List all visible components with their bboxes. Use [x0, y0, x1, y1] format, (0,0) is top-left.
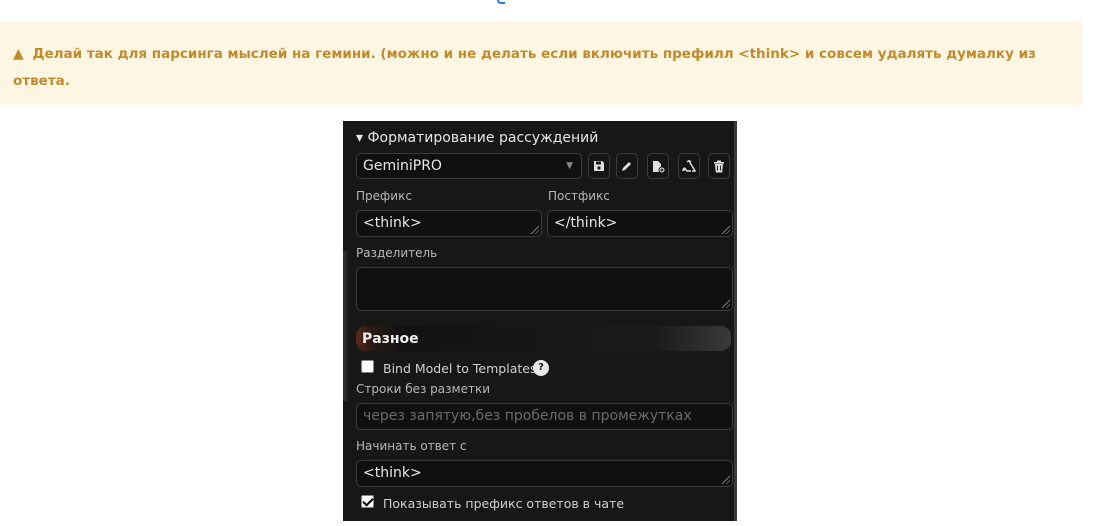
chevron-down-icon: ▼	[566, 161, 573, 171]
bind-model-label[interactable]: Bind Model to Templates	[383, 361, 536, 376]
link-fragment	[497, 0, 505, 4]
resize-grip-icon[interactable]	[529, 224, 539, 234]
restore-template-button[interactable]	[678, 153, 700, 179]
save-template-button[interactable]	[588, 153, 610, 179]
edit-template-button[interactable]	[616, 153, 638, 179]
delete-template-button[interactable]	[708, 153, 730, 179]
reasoning-template-select[interactable]: GeminiPRO ▼	[356, 153, 582, 179]
resize-grip-icon[interactable]	[720, 298, 730, 308]
new-file-icon	[652, 160, 665, 173]
prefix-value: <think>	[363, 215, 422, 231]
separator-label: Разделитель	[356, 246, 438, 260]
prefix-input[interactable]: <think>	[356, 210, 542, 237]
panel-edge-divider	[343, 251, 347, 401]
resize-grip-icon[interactable]	[720, 224, 730, 234]
start-reply-value: <think>	[363, 465, 422, 481]
prefix-label: Префикс	[356, 189, 412, 203]
stop-strings-input[interactable]: через запятую,без пробелов в промежутках	[356, 403, 733, 430]
stop-strings-label: Строки без разметки	[356, 382, 490, 396]
warning-banner: ▲ Делай так для парсинга мыслей на гемин…	[0, 21, 1082, 105]
start-reply-label: Начинать ответ с	[356, 439, 467, 453]
template-selected-value: GeminiPRO	[363, 158, 442, 174]
postfix-input[interactable]: </think>	[547, 210, 733, 237]
edit-icon	[622, 162, 631, 171]
show-prefix-label[interactable]: Показывать префикс ответов в чате	[383, 496, 624, 511]
stop-strings-placeholder: через запятую,без пробелов в промежутках	[363, 408, 692, 424]
show-prefix-checkbox[interactable]	[361, 495, 374, 508]
help-icon[interactable]: ?	[533, 360, 549, 376]
warning-triangle-icon: ▲	[13, 46, 24, 62]
bind-model-checkbox[interactable]	[361, 360, 374, 373]
trash-icon	[714, 160, 724, 172]
misc-section-header[interactable]: Разное	[356, 326, 731, 351]
postfix-label: Постфикс	[548, 189, 610, 203]
start-reply-input[interactable]: <think>	[356, 460, 733, 487]
new-template-button[interactable]	[647, 153, 669, 179]
recycle-icon	[682, 159, 696, 172]
postfix-value: </think>	[554, 215, 618, 231]
separator-input[interactable]	[356, 267, 733, 311]
save-icon	[594, 161, 604, 171]
warning-text: Делай так для парсинга мыслей на гемини.…	[13, 46, 1036, 89]
resize-grip-icon[interactable]	[720, 474, 730, 484]
settings-panel: ▾ Форматирование рассуждений GeminiPRO ▼	[343, 121, 737, 521]
reasoning-section-toggle[interactable]: ▾ Форматирование рассуждений	[356, 130, 598, 146]
